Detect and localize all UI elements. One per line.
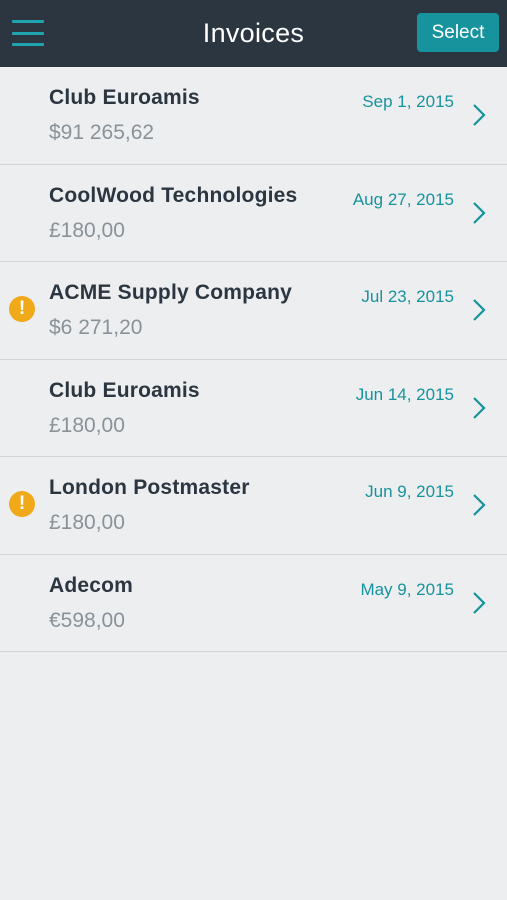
invoice-date: Jun 9, 2015 — [365, 482, 454, 501]
menu-icon[interactable] — [12, 20, 44, 46]
warning-icon: ! — [9, 296, 35, 322]
invoice-amount: $91 265,62 — [49, 121, 155, 144]
invoice-row[interactable]: Club Euroamis £180,00 Jun 14, 2015 — [0, 360, 507, 457]
chevron-right-icon — [473, 299, 486, 321]
company-name: Club Euroamis — [49, 378, 200, 402]
chevron-right-icon — [473, 591, 486, 614]
menu-icon-bar — [12, 31, 44, 35]
invoice-row[interactable]: Adecom €598,00 May 9, 2015 — [0, 555, 507, 652]
chevron-right-icon — [473, 104, 486, 126]
invoice-row[interactable]: ! ACME Supply Company $6 271,20 Jul 23, … — [0, 262, 507, 360]
chevron-right-icon — [473, 396, 486, 419]
invoice-date: Jul 23, 2015 — [361, 287, 454, 306]
invoice-date: Jun 14, 2015 — [355, 384, 454, 404]
chevron-right-icon — [473, 494, 486, 516]
menu-icon-bar — [12, 43, 44, 46]
menu-icon-bar — [12, 20, 44, 23]
invoice-amount: £180,00 — [49, 413, 125, 437]
company-name: CoolWood Technologies — [49, 183, 298, 207]
company-name: Adecom — [49, 573, 134, 597]
warning-icon: ! — [9, 491, 35, 517]
page-title: Invoices — [202, 18, 305, 48]
company-name: ACME Supply Company — [49, 281, 292, 304]
invoice-amount: $6 271,20 — [49, 316, 143, 339]
invoice-row[interactable]: Club Euroamis $91 265,62 Sep 1, 2015 — [0, 67, 507, 165]
select-button[interactable]: Select — [417, 13, 499, 52]
invoice-amount: £180,00 — [49, 511, 125, 534]
invoice-row[interactable]: CoolWood Technologies £180,00 Aug 27, 20… — [0, 165, 507, 262]
navbar: Invoices Select — [0, 0, 507, 67]
chevron-right-icon — [473, 201, 486, 224]
invoice-date: May 9, 2015 — [360, 579, 454, 599]
invoice-date: Sep 1, 2015 — [362, 92, 454, 111]
company-name: London Postmaster — [49, 476, 250, 499]
invoice-date: Aug 27, 2015 — [352, 189, 454, 209]
invoice-amount: £180,00 — [49, 218, 125, 242]
company-name: Club Euroamis — [49, 86, 200, 109]
invoice-amount: €598,00 — [49, 608, 125, 632]
invoice-row[interactable]: ! London Postmaster £180,00 Jun 9, 2015 — [0, 457, 507, 555]
invoice-list: Club Euroamis $91 265,62 Sep 1, 2015 Coo… — [0, 67, 507, 652]
